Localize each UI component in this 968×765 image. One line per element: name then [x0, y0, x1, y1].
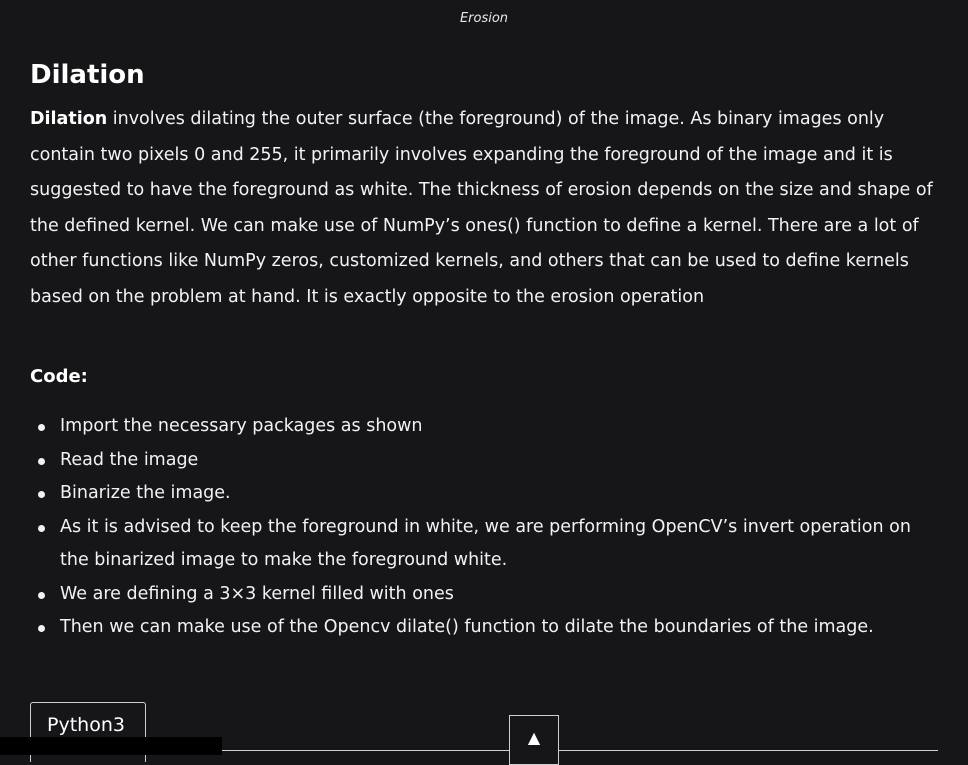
list-item: As it is advised to keep the foreground …	[30, 511, 940, 578]
code-heading: Code:	[30, 366, 88, 387]
intro-bold-term: Dilation	[30, 109, 108, 129]
list-item: Import the necessary packages as shown	[30, 410, 940, 444]
bottom-overlay-bar	[0, 737, 222, 755]
list-item: We are defining a 3×3 kernel filled with…	[30, 578, 940, 612]
arrow-up-icon: ▲	[527, 728, 541, 747]
intro-paragraph: Dilation involves dilating the outer sur…	[30, 102, 942, 315]
list-item: Read the image	[30, 444, 940, 478]
list-item: Then we can make use of the Opencv dilat…	[30, 611, 940, 645]
section-title: Dilation	[30, 60, 145, 90]
steps-list: Import the necessary packages as shown R…	[30, 410, 940, 645]
list-item: Binarize the image.	[30, 477, 940, 511]
scroll-to-top-button[interactable]: ▲	[509, 715, 559, 765]
intro-text: involves dilating the outer surface (the…	[30, 109, 933, 307]
image-caption: Erosion	[459, 11, 509, 26]
